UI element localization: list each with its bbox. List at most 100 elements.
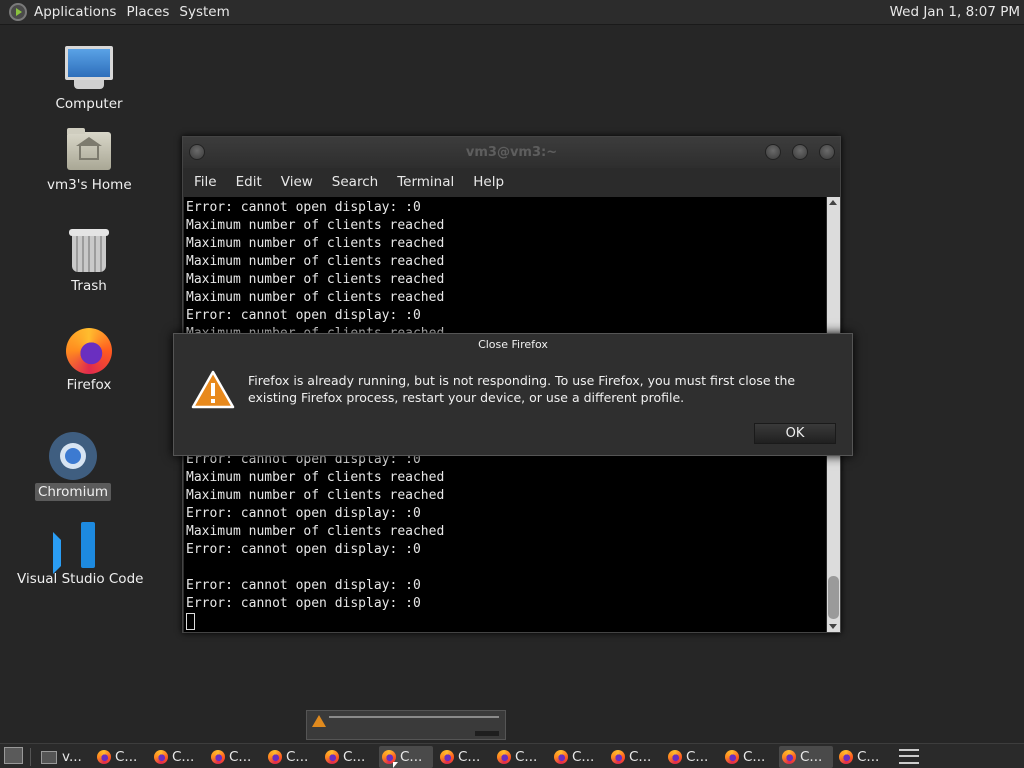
taskbar-item-firefox[interactable]: C... bbox=[665, 746, 719, 768]
terminal-prompt-line bbox=[186, 613, 826, 631]
desktop-icon-firefox[interactable]: Firefox bbox=[56, 328, 122, 394]
menu-file[interactable]: File bbox=[183, 174, 225, 190]
taskbar-item-firefox[interactable]: C... bbox=[437, 746, 491, 768]
terminal-line: Maximum number of clients reached bbox=[186, 236, 445, 251]
mouse-pointer-icon bbox=[393, 762, 398, 768]
taskbar-item-firefox[interactable]: C... bbox=[265, 746, 319, 768]
taskbar-item-label: C... bbox=[686, 749, 709, 765]
preview-text-line bbox=[329, 716, 499, 718]
terminal-line: Error: cannot open display: :0 bbox=[186, 308, 421, 323]
taskbar-item-firefox[interactable]: C... bbox=[722, 746, 776, 768]
taskbar-item-label: C... bbox=[229, 749, 252, 765]
dialog-title: Close Firefox bbox=[478, 338, 548, 351]
taskbar-item-firefox[interactable]: C... bbox=[208, 746, 262, 768]
minimize-button[interactable] bbox=[765, 144, 781, 160]
taskbar-item-firefox[interactable]: C... bbox=[151, 746, 205, 768]
taskbar-item-label: C... bbox=[400, 749, 423, 765]
taskbar-item-firefox[interactable]: C... bbox=[608, 746, 662, 768]
taskbar: v... C... C... C... C... C... C... C... C... C..… bbox=[0, 743, 1024, 768]
desktop-icon-label: Chromium bbox=[34, 483, 112, 501]
terminal-icon bbox=[41, 750, 57, 764]
scroll-up-icon[interactable] bbox=[829, 200, 837, 205]
terminal-line: Maximum number of clients reached bbox=[186, 488, 445, 503]
firefox-icon bbox=[66, 328, 112, 374]
ok-button[interactable]: OK bbox=[754, 423, 836, 444]
scroll-down-icon[interactable] bbox=[829, 624, 837, 629]
desktop-icon-trash[interactable]: Trash bbox=[58, 229, 120, 295]
terminal-line: Error: cannot open display: :0 bbox=[186, 542, 421, 557]
maximize-button[interactable] bbox=[792, 144, 808, 160]
taskbar-item-firefox[interactable]: C... bbox=[494, 746, 548, 768]
menu-search[interactable]: Search bbox=[321, 174, 386, 190]
terminal-line: Maximum number of clients reached bbox=[186, 218, 445, 233]
firefox-icon bbox=[440, 750, 454, 764]
terminal-line: Maximum number of clients reached bbox=[186, 470, 445, 485]
warning-icon bbox=[312, 715, 326, 727]
desktop-icon-label: Computer bbox=[55, 96, 123, 112]
menu-help[interactable]: Help bbox=[462, 174, 512, 190]
taskbar-item-firefox[interactable]: C... bbox=[551, 746, 605, 768]
desktop-icon-label: Firefox bbox=[66, 377, 112, 393]
window-preview-thumbnail[interactable] bbox=[306, 710, 506, 740]
terminal-line: Error: cannot open display: :0 bbox=[186, 596, 421, 611]
terminal-line: Error: cannot open display: :0 bbox=[186, 200, 421, 215]
top-panel: Applications Places System Wed Jan 1, 8:… bbox=[0, 0, 1024, 25]
applications-logo-icon[interactable] bbox=[9, 3, 27, 21]
taskbar-item-label: C... bbox=[857, 749, 880, 765]
firefox-icon bbox=[497, 750, 511, 764]
taskbar-separator bbox=[30, 748, 31, 766]
home-folder-icon bbox=[67, 128, 111, 170]
firefox-icon bbox=[668, 750, 682, 764]
desktop-icon-vscode[interactable]: Visual Studio Code bbox=[14, 522, 143, 588]
terminal-line: Error: cannot open display: :0 bbox=[186, 506, 421, 521]
taskbar-item-label: C... bbox=[343, 749, 366, 765]
text-cursor bbox=[186, 613, 195, 630]
window-list-icon[interactable] bbox=[899, 749, 919, 764]
scroll-thumb[interactable] bbox=[828, 576, 839, 619]
firefox-icon bbox=[97, 750, 111, 764]
taskbar-item-firefox[interactable]: C... bbox=[779, 746, 833, 768]
taskbar-item-label: C... bbox=[286, 749, 309, 765]
terminal-titlebar[interactable]: vm3@vm3:~ bbox=[183, 137, 840, 168]
terminal-line: Maximum number of clients reached bbox=[186, 290, 445, 305]
desktop-icon-label: vm3's Home bbox=[47, 177, 132, 193]
terminal-menubar: File Edit View Search Terminal Help bbox=[183, 168, 840, 196]
menu-system[interactable]: System bbox=[177, 4, 237, 20]
desktop-icon-computer[interactable]: Computer bbox=[50, 46, 128, 113]
trash-icon bbox=[69, 229, 109, 272]
show-desktop-icon[interactable] bbox=[4, 747, 23, 764]
terminal-line: Maximum number of clients reached bbox=[186, 524, 445, 539]
taskbar-item-firefox[interactable]: C... bbox=[379, 746, 433, 768]
taskbar-item-label: C... bbox=[629, 749, 652, 765]
terminal-line: Error: cannot open display: :0 bbox=[186, 578, 421, 593]
taskbar-item-firefox[interactable]: C... bbox=[836, 746, 890, 768]
taskbar-item-firefox[interactable]: C... bbox=[94, 746, 148, 768]
dialog-message: Firefox is already running, but is not r… bbox=[248, 373, 796, 405]
vscode-icon bbox=[51, 522, 97, 568]
firefox-icon bbox=[725, 750, 739, 764]
preview-ok-button bbox=[475, 731, 499, 736]
taskbar-item-label: C... bbox=[572, 749, 595, 765]
taskbar-item-label: C... bbox=[743, 749, 766, 765]
warning-icon bbox=[191, 370, 235, 409]
firefox-icon bbox=[211, 750, 225, 764]
menu-view[interactable]: View bbox=[270, 174, 321, 190]
firefox-icon bbox=[268, 750, 282, 764]
desktop-icon-chromium[interactable]: Chromium bbox=[34, 432, 112, 501]
desktop-icon-home[interactable]: vm3's Home bbox=[44, 128, 134, 194]
menu-terminal[interactable]: Terminal bbox=[386, 174, 462, 190]
clock[interactable]: Wed Jan 1, 8:07 PM bbox=[890, 4, 1020, 20]
taskbar-item-label: C... bbox=[115, 749, 138, 765]
taskbar-item-label: C... bbox=[515, 749, 538, 765]
taskbar-item-firefox[interactable]: C... bbox=[322, 746, 376, 768]
firefox-icon bbox=[554, 750, 568, 764]
firefox-icon bbox=[154, 750, 168, 764]
taskbar-item-terminal[interactable]: v... bbox=[38, 746, 82, 768]
menu-places[interactable]: Places bbox=[124, 4, 177, 20]
terminal-line: Maximum number of clients reached bbox=[186, 254, 445, 269]
menu-edit[interactable]: Edit bbox=[225, 174, 270, 190]
menu-applications[interactable]: Applications bbox=[32, 4, 124, 20]
close-button[interactable] bbox=[819, 144, 835, 160]
computer-icon bbox=[50, 46, 128, 89]
